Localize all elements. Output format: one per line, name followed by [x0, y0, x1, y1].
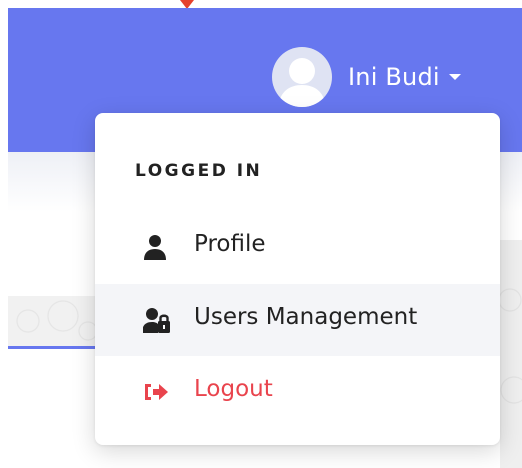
user-avatar-icon [272, 47, 332, 107]
decorative-pattern-right [500, 240, 522, 468]
user-dropdown-menu: LOGGED IN Profile Users Management Logou… [95, 113, 500, 445]
user-icon [143, 233, 171, 261]
sign-out-icon [143, 378, 171, 406]
menu-item-profile[interactable]: Profile [95, 211, 500, 283]
menu-item-logout[interactable]: Logout [95, 356, 500, 428]
dropdown-header: LOGGED IN [135, 161, 263, 181]
window-top-edge [0, 0, 522, 8]
caret-down-icon [448, 74, 461, 80]
menu-item-label: Users Management [194, 304, 418, 330]
menu-item-label: Logout [194, 376, 273, 402]
decorative-pattern [8, 296, 96, 346]
user-dropdown-toggle[interactable]: Ini Budi [272, 46, 461, 108]
section-accent-line [8, 346, 96, 349]
user-name: Ini Budi [348, 63, 440, 91]
menu-item-users-management[interactable]: Users Management [95, 284, 500, 356]
window-left-edge [0, 0, 8, 468]
user-lock-icon [142, 306, 171, 334]
menu-item-label: Profile [194, 231, 266, 257]
